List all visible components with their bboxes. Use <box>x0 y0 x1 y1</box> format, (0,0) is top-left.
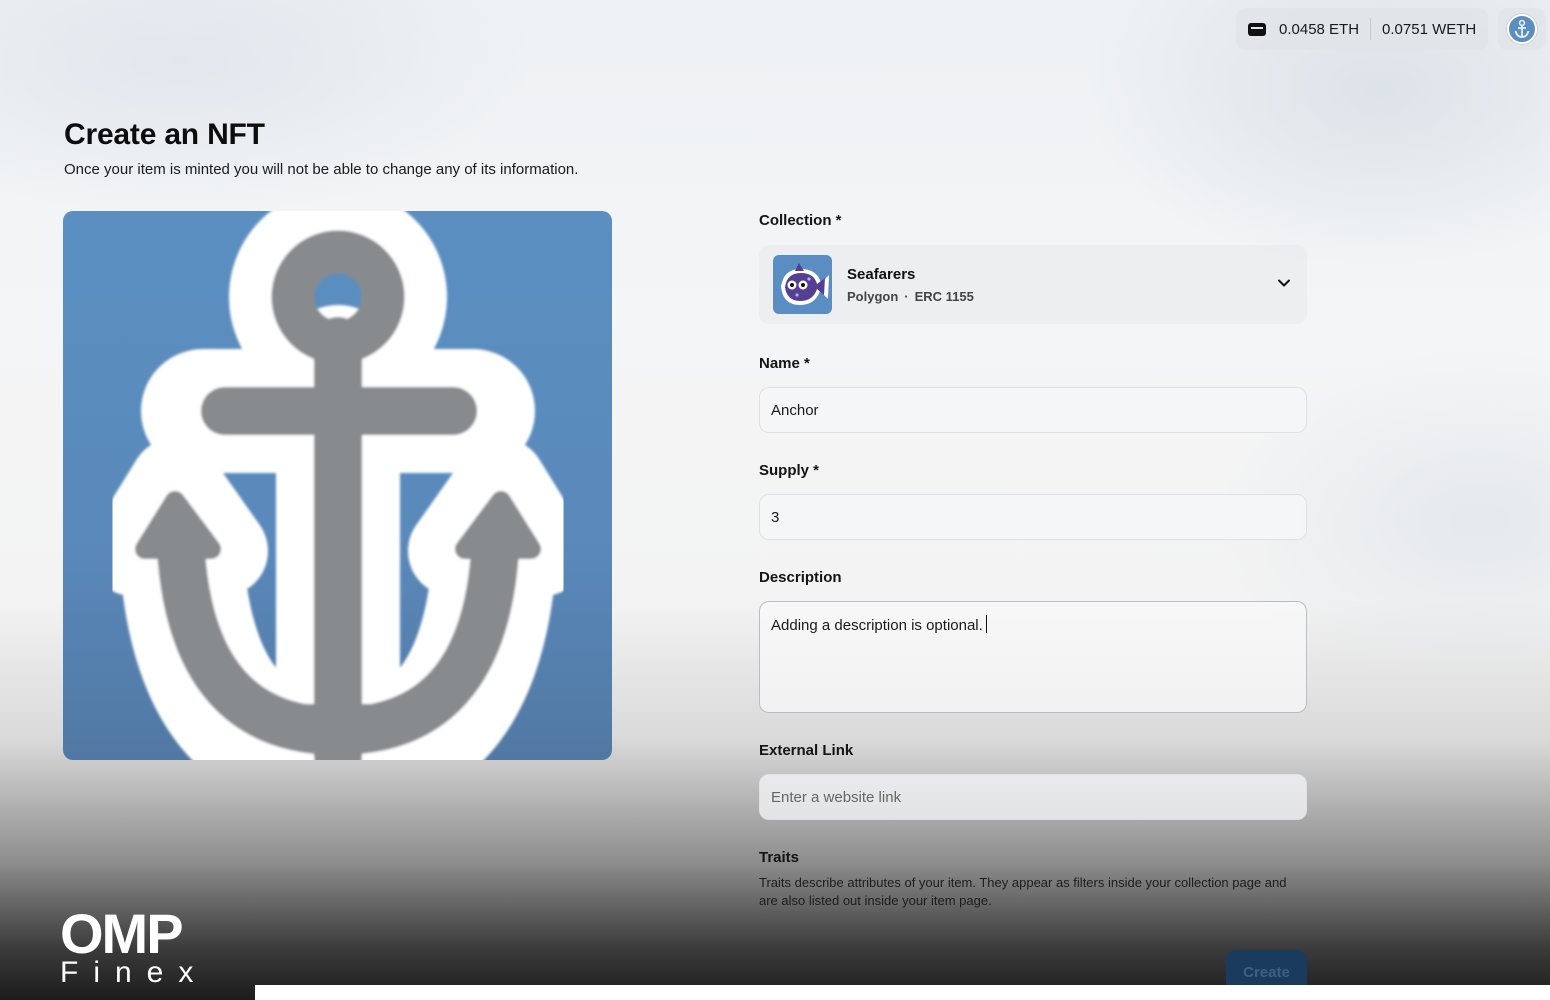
traits-label: Traits <box>759 849 800 866</box>
bottom-bar <box>255 985 1550 1000</box>
logo-finex: Finex <box>60 956 209 989</box>
logo-omp: OMP <box>60 902 184 965</box>
external-link-input[interactable]: Enter a website link <box>759 774 1307 820</box>
wallet-icon <box>1248 22 1266 36</box>
description-value: Adding a description is optional. <box>771 617 983 634</box>
name-value: Anchor <box>771 401 819 419</box>
nft-image-preview[interactable] <box>63 211 612 760</box>
collection-name: Seafarers <box>847 265 916 283</box>
description-textarea[interactable]: Adding a description is optional. <box>759 601 1307 713</box>
traits-description: Traits describe attributes of your item.… <box>759 875 1287 908</box>
collection-standard: ERC 1155 <box>914 288 974 304</box>
chevron-down-icon <box>1278 279 1290 287</box>
collection-select[interactable]: Seafarers Polygon · ERC 1155 <box>759 245 1307 324</box>
meta-separator: · <box>904 288 909 304</box>
fish-icon <box>773 255 832 314</box>
external-link-label: External Link <box>759 742 854 759</box>
profile-button[interactable] <box>1498 8 1546 50</box>
text-caret <box>985 615 988 633</box>
supply-label: Supply * <box>759 462 820 479</box>
wallet-balance[interactable]: 0.0458 ETH 0.0751 WETH <box>1236 8 1488 50</box>
page-subtitle: Once your item is minted you will not be… <box>64 161 579 178</box>
anchor-avatar-icon <box>1507 14 1537 44</box>
name-label: Name * <box>759 355 810 372</box>
page-title: Create an NFT <box>64 118 265 151</box>
collection-network: Polygon <box>847 288 899 304</box>
weth-balance: 0.0751 WETH <box>1382 20 1477 38</box>
balance-divider <box>1370 18 1372 40</box>
supply-input[interactable]: 3 <box>759 494 1307 540</box>
name-input[interactable]: Anchor <box>759 387 1307 433</box>
external-link-placeholder: Enter a website link <box>771 788 902 806</box>
eth-balance: 0.0458 ETH <box>1279 20 1360 38</box>
anchor-icon <box>88 211 588 760</box>
supply-value: 3 <box>771 508 780 526</box>
omp-finex-logo: OMP Finex <box>60 906 220 996</box>
description-label: Description <box>759 569 842 586</box>
collection-label: Collection * <box>759 212 842 229</box>
